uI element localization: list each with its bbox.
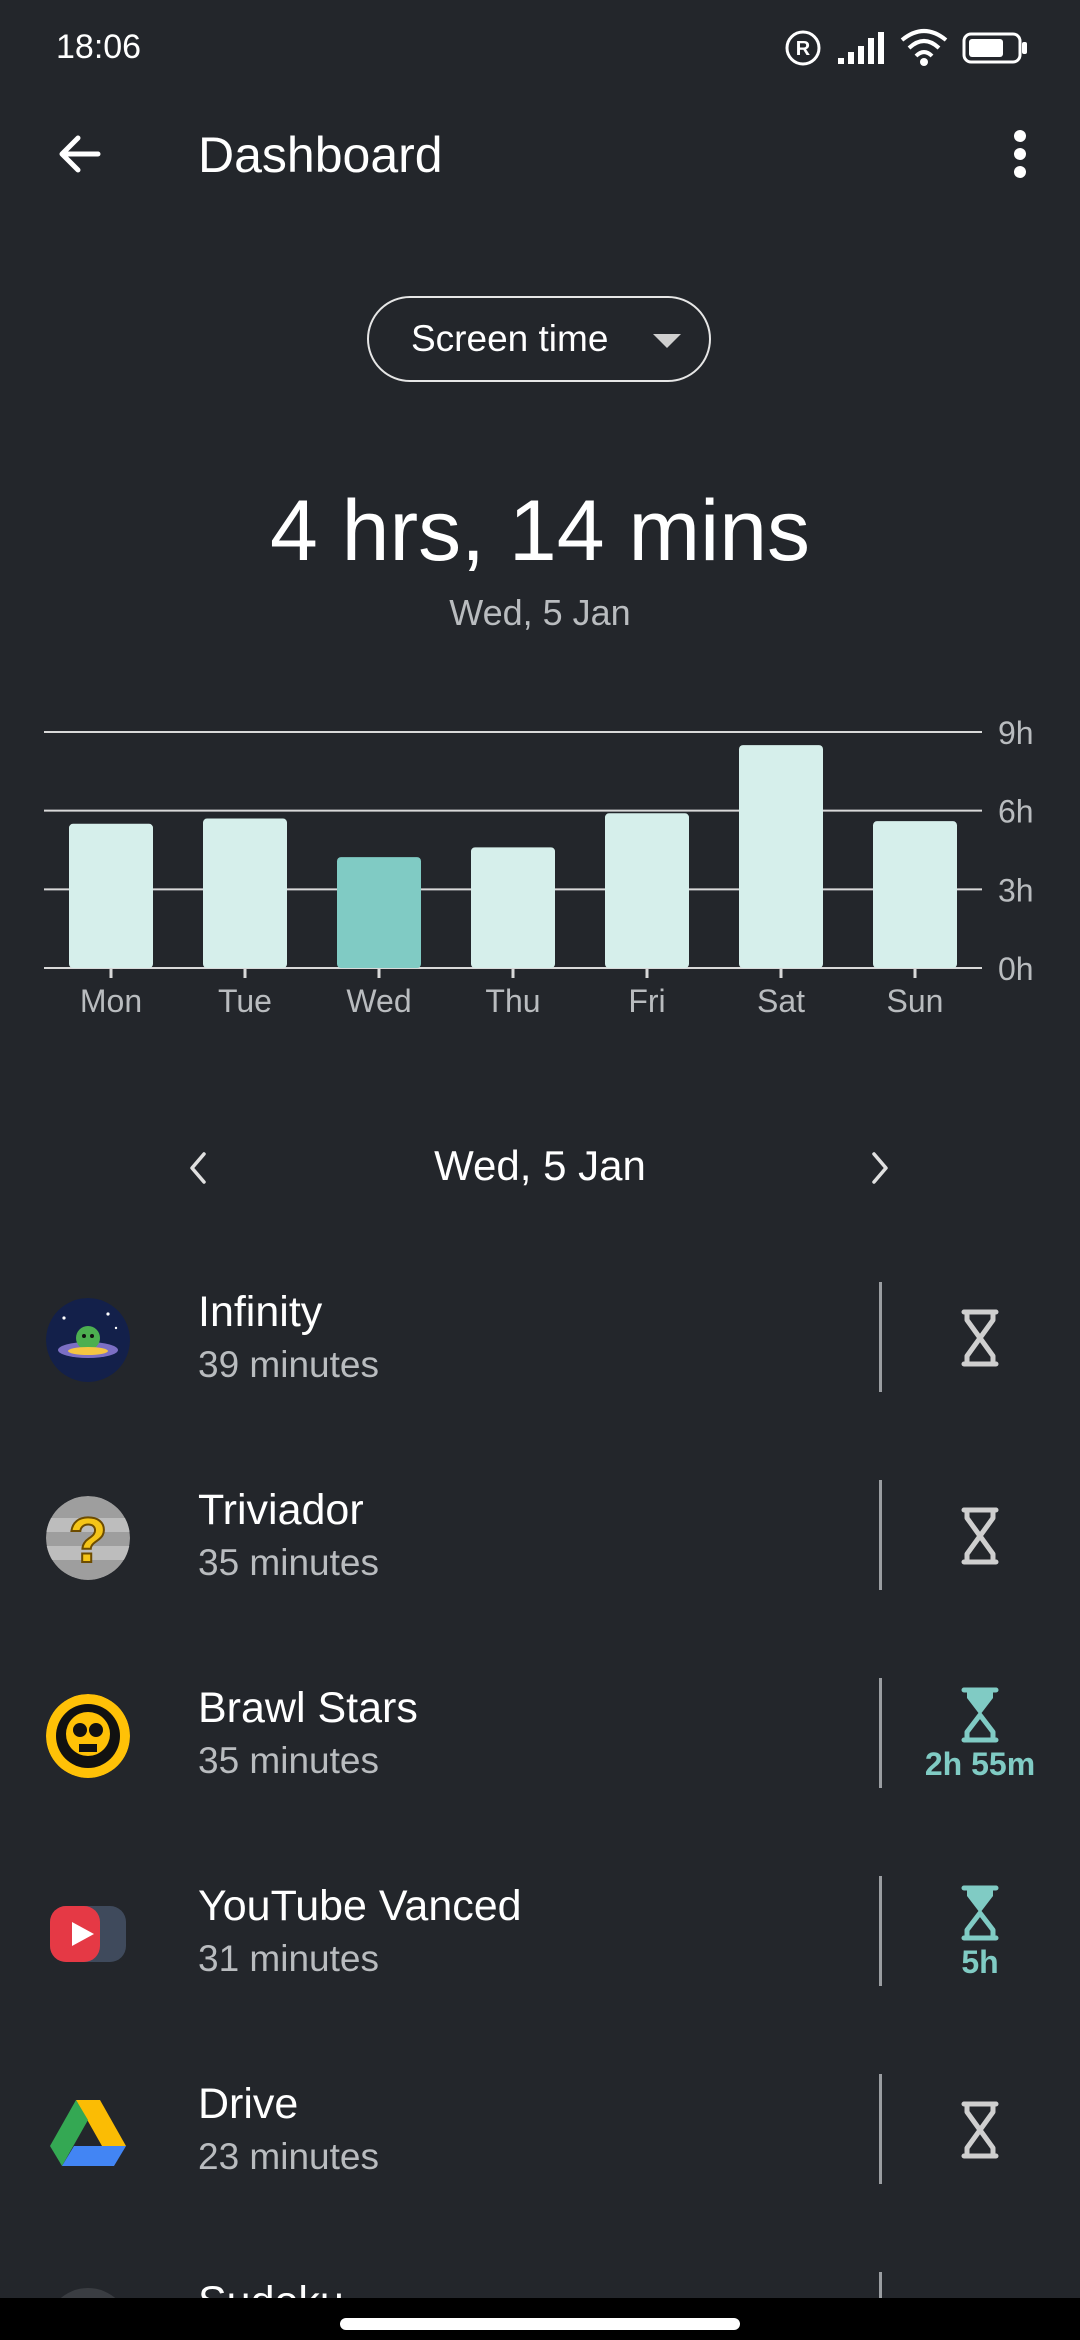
arrow-back-icon <box>59 135 101 173</box>
page-title: Dashboard <box>198 127 443 183</box>
x-tick-label: Mon <box>80 983 142 1019</box>
status-time: 18:06 <box>56 28 142 66</box>
chart-bar-sat[interactable] <box>739 745 823 968</box>
status-bar: 18:06 R <box>0 0 1080 96</box>
battery-icon <box>962 32 1027 64</box>
hourglass-outline-icon <box>961 2101 999 2159</box>
dropdown-label: Screen time <box>411 318 609 359</box>
hourglass-outline-icon <box>961 1507 999 1565</box>
gesture-handle[interactable] <box>340 2318 740 2330</box>
total-screen-time: 4 hrs, 14 mins <box>269 483 811 579</box>
navigation-bar <box>0 2298 1080 2340</box>
status-icons: R <box>784 26 1028 70</box>
svg-text:?: ? <box>68 1504 107 1576</box>
list-item[interactable]: Sudoku <box>0 2258 1080 2298</box>
app-name: Triviador <box>198 1486 364 1534</box>
x-tick-label: Fri <box>628 983 665 1019</box>
hourglass-outline-icon <box>961 1309 999 1367</box>
usage-chart: 0h 3h 6h 9h Mon Tue Wed Thu Fri Sat Sun <box>0 700 1080 1040</box>
registered-icon: R <box>785 30 821 66</box>
x-tick-label: Tue <box>218 983 272 1019</box>
app-usage-time: 31 minutes <box>198 1938 379 1979</box>
divider <box>879 1480 882 1590</box>
chart-bar-thu[interactable] <box>471 847 555 968</box>
app-timer-button[interactable]: 2h 55m <box>900 1674 1060 1794</box>
brawl-stars-app-icon <box>46 1694 130 1778</box>
app-usage-time: 35 minutes <box>198 1740 379 1781</box>
y-tick-label: 9h <box>998 715 1034 751</box>
youtube-vanced-app-icon <box>46 1892 130 1976</box>
app-name: Sudoku <box>198 2278 344 2298</box>
x-tick-label: Sun <box>887 983 944 1019</box>
divider <box>879 1678 882 1788</box>
signal-icon <box>838 32 884 64</box>
divider <box>879 1282 882 1392</box>
app-timer-label: 5h <box>961 1943 999 1980</box>
app-timer-button[interactable] <box>900 1278 1060 1398</box>
list-item[interactable]: Brawl Stars 35 minutes 2h 55m <box>0 1664 1080 1862</box>
chevron-right-icon <box>872 1152 888 1184</box>
chart-bar-mon[interactable] <box>69 823 153 968</box>
more-vert-icon <box>1014 130 1026 178</box>
app-bar: Dashboard <box>0 96 1080 216</box>
divider <box>879 1876 882 1986</box>
app-timer-button[interactable]: 5h <box>900 1872 1060 1992</box>
wifi-icon <box>900 29 948 66</box>
app-name: Infinity <box>198 1288 323 1336</box>
list-item[interactable]: ? Triviador 35 minutes <box>0 1466 1080 1664</box>
hourglass-filled-icon <box>961 1687 999 1742</box>
sudoku-app-icon <box>46 2288 130 2298</box>
chart-bar-fri[interactable] <box>605 813 689 968</box>
y-tick-label: 3h <box>998 872 1034 908</box>
y-tick-label: 6h <box>998 794 1034 830</box>
app-name: Drive <box>198 2080 299 2128</box>
app-name: Brawl Stars <box>198 1684 418 1732</box>
divider <box>879 2074 882 2184</box>
hourglass-filled-icon <box>961 1885 999 1940</box>
chart-bar-tue[interactable] <box>203 818 287 968</box>
app-timer-button[interactable] <box>900 1476 1060 1596</box>
x-tick-label: Thu <box>485 983 540 1019</box>
x-tick-label: Wed <box>346 983 411 1019</box>
chart-bar-sun[interactable] <box>873 821 957 968</box>
app-name: YouTube Vanced <box>198 1882 522 1930</box>
date-navigation: Wed, 5 Jan <box>0 1128 1080 1208</box>
list-item[interactable]: YouTube Vanced 31 minutes 5h <box>0 1862 1080 2060</box>
divider <box>879 2272 882 2298</box>
app-usage-time: 23 minutes <box>198 2136 379 2177</box>
triviador-app-icon: ? <box>46 1496 130 1580</box>
list-item[interactable]: Infinity 39 minutes <box>0 1268 1080 1466</box>
x-tick-label: Sat <box>757 983 805 1019</box>
back-button[interactable] <box>40 114 120 194</box>
app-usage-time: 39 minutes <box>198 1344 379 1385</box>
caret-down-icon <box>653 334 681 348</box>
metric-dropdown[interactable]: Screen time <box>367 296 711 382</box>
usage-chart-svg: 0h 3h 6h 9h Mon Tue Wed Thu Fri Sat Sun <box>44 715 1034 1019</box>
y-tick-label: 0h <box>998 951 1034 987</box>
svg-text:R: R <box>796 38 811 60</box>
app-timer-label: 2h 55m <box>924 1745 1036 1782</box>
infinity-app-icon <box>46 1298 130 1382</box>
next-day-button[interactable] <box>840 1128 920 1208</box>
drive-app-icon <box>46 2090 130 2174</box>
more-options-button[interactable] <box>980 114 1060 194</box>
chart-bar-wed[interactable] <box>337 857 421 968</box>
list-item[interactable]: Drive 23 minutes <box>0 2060 1080 2258</box>
app-usage-time: 35 minutes <box>198 1542 379 1583</box>
total-date: Wed, 5 Jan <box>449 592 631 633</box>
app-timer-button[interactable] <box>900 2070 1060 2190</box>
